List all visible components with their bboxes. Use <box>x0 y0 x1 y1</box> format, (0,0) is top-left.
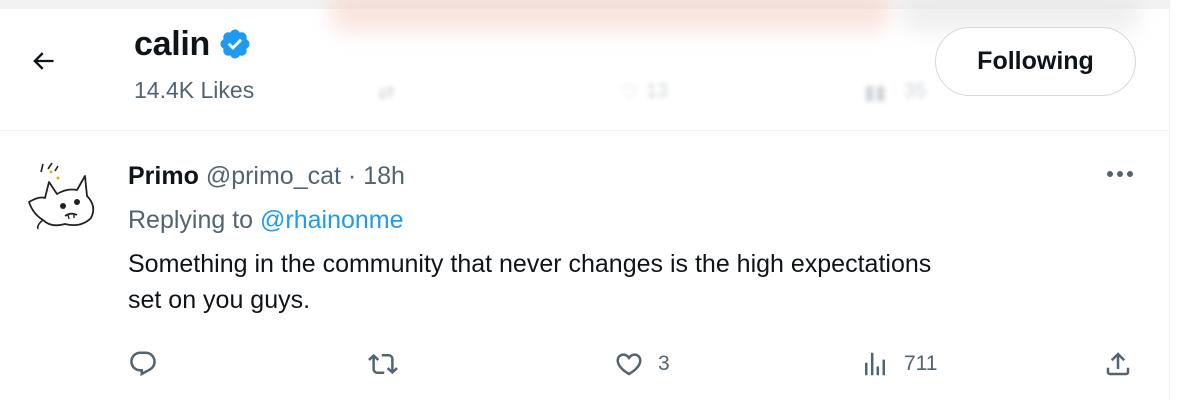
author-name[interactable]: Primo <box>128 162 199 190</box>
more-options-button[interactable] <box>1100 159 1140 191</box>
header-separator: · <box>347 162 357 190</box>
retweet-button[interactable] <box>368 346 398 382</box>
profile-name-row: calin <box>134 22 252 66</box>
tweet-text: Something in the community that never ch… <box>128 246 1138 318</box>
tweet-actions: 3 711 <box>128 346 1148 382</box>
avatar[interactable] <box>21 152 107 238</box>
heart-icon <box>614 349 644 379</box>
replying-to-label: Replying to <box>128 206 254 234</box>
author-handle[interactable]: @primo_cat <box>206 162 341 190</box>
retweet-icon <box>368 349 398 379</box>
verified-badge-icon <box>218 27 252 61</box>
like-count: 3 <box>658 352 670 375</box>
views-button[interactable]: 711 <box>860 346 937 382</box>
profile-header: calin 14.4K Likes Following <box>0 0 1169 131</box>
profile-likes-count: 14.4K Likes <box>134 77 255 103</box>
tweet-timestamp[interactable]: 18h <box>363 162 405 190</box>
share-icon <box>1103 349 1133 379</box>
tweet[interactable]: Primo @primo_cat · 18h Replying to @rhai… <box>0 131 1169 400</box>
tweet-header: Primo @primo_cat · 18h <box>128 160 405 192</box>
arrow-left-icon <box>29 47 57 80</box>
like-button[interactable]: 3 <box>614 346 670 382</box>
cat-avatar-drawing <box>28 162 95 233</box>
page: ⇄ ♡ 13 ▮▮ 35 calin 14.4K Likes Following… <box>0 0 1200 400</box>
views-chart-icon <box>860 349 890 379</box>
replying-to: Replying to @rhainonme <box>128 204 404 236</box>
tweet-text-line: set on you guys. <box>128 286 311 314</box>
following-button[interactable]: Following <box>935 27 1136 96</box>
replying-to-mention[interactable]: @rhainonme <box>260 206 404 234</box>
share-button[interactable] <box>1103 346 1133 382</box>
reply-button[interactable] <box>128 346 158 382</box>
column-divider <box>1169 0 1170 400</box>
reply-icon <box>128 349 158 379</box>
more-dots-icon <box>1105 166 1135 184</box>
back-button[interactable] <box>20 40 66 86</box>
profile-name: calin <box>134 25 210 63</box>
tweet-text-line: Something in the community that never ch… <box>128 250 932 278</box>
views-count: 711 <box>904 352 938 375</box>
